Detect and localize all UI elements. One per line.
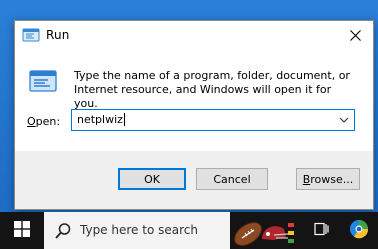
taskbar-app-button[interactable]: [340, 212, 378, 249]
run-program-icon: [28, 68, 58, 94]
open-label-accelerator: O: [27, 115, 36, 128]
helmet-icon: [262, 226, 289, 240]
ok-button[interactable]: OK: [118, 168, 186, 190]
button-bar: OK Cancel Browse...: [15, 151, 373, 209]
start-button[interactable]: [0, 212, 44, 249]
dialog-title: Run: [46, 28, 70, 42]
close-icon: [349, 26, 361, 45]
open-label-text: pen:: [35, 115, 61, 128]
bracket-icon: [288, 223, 294, 243]
dialog-description: Type the name of a program, folder, docu…: [74, 69, 350, 110]
run-icon: [22, 27, 40, 43]
open-label: Open:: [27, 115, 60, 128]
task-view-icon: [313, 221, 329, 240]
chevron-down-icon[interactable]: [338, 114, 350, 126]
browse-label: rowse...: [310, 172, 354, 186]
browser-app-icon: [348, 218, 370, 244]
title-bar[interactable]: Run: [15, 21, 373, 50]
open-input-value: netplwiz: [77, 113, 123, 126]
search-icon: [54, 222, 72, 240]
browse-accelerator: B: [302, 172, 311, 186]
run-dialog: Run Type the name of a program, folder, …: [14, 20, 374, 210]
football-icon: [234, 222, 262, 246]
windows-logo-icon: [14, 220, 30, 241]
open-combobox[interactable]: netplwiz: [71, 109, 355, 131]
text-caret: [123, 113, 125, 126]
browse-button[interactable]: Browse...: [296, 168, 360, 190]
open-input[interactable]: netplwiz: [77, 113, 125, 126]
close-button[interactable]: [337, 21, 373, 50]
search-highlight-illustration: [234, 222, 294, 246]
search-placeholder: Type here to search: [80, 223, 198, 237]
task-view-button[interactable]: [306, 212, 336, 249]
cancel-button[interactable]: Cancel: [196, 168, 268, 190]
